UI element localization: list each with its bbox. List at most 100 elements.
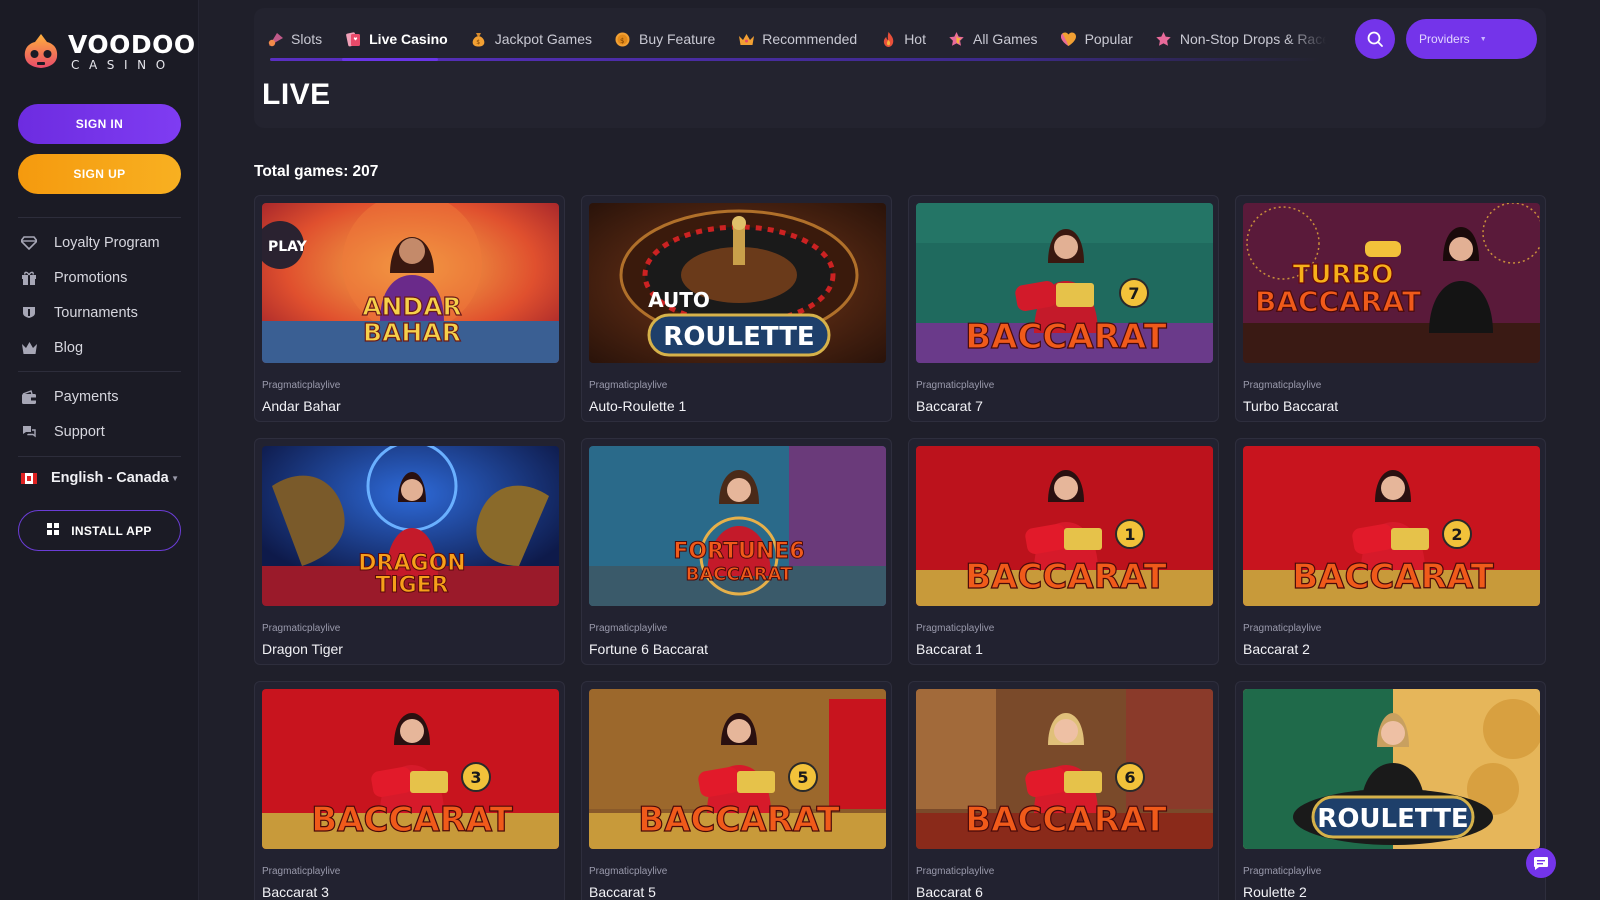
sidebar-item-tournaments[interactable]: Tournaments: [18, 298, 181, 328]
game-name: Fortune 6 Baccarat: [589, 641, 709, 657]
tab-label: Slots: [291, 31, 323, 47]
star-icon: [1155, 30, 1173, 48]
install-app-button[interactable]: INSTALL APP: [18, 510, 181, 551]
game-provider: Pragmaticplaylive: [916, 623, 995, 634]
crown-icon: [737, 30, 755, 48]
tab-label: Jackpot Games: [494, 31, 592, 47]
sidebar-item-payments[interactable]: Payments: [18, 382, 181, 412]
tab-jackpot-games[interactable]: $ Jackpot Games: [470, 30, 592, 48]
providers-label: Providers: [1419, 32, 1470, 46]
svg-text:BACCARAT: BACCARAT: [965, 800, 1167, 840]
game-card[interactable]: 5 BACCARAT Pragmaticplaylive Baccarat 5: [581, 681, 892, 900]
sign-up-button[interactable]: SIGN UP: [18, 154, 181, 194]
svg-text:TIGER: TIGER: [375, 573, 448, 598]
total-games-label: Total games:: [254, 163, 349, 180]
money-bag-icon: $: [470, 30, 488, 48]
game-provider: Pragmaticplaylive: [262, 380, 341, 391]
divider: [18, 456, 181, 457]
providers-dropdown[interactable]: Providers ▼: [1406, 19, 1537, 59]
category-tabs: Slots Live Casino $ Jackpot Games $ Buy …: [266, 24, 1326, 54]
tab-live-casino[interactable]: Live Casino: [344, 30, 448, 48]
game-name: Andar Bahar: [262, 398, 341, 414]
svg-text:7: 7: [1128, 284, 1139, 303]
game-thumbnail: ROULETTE AUTO: [589, 203, 886, 363]
active-tab-indicator: [342, 58, 438, 61]
game-card[interactable]: TURBO BACCARAT Pragmaticplaylive Turbo B…: [1235, 195, 1546, 422]
fire-icon: [879, 30, 897, 48]
diamond-icon: [20, 234, 38, 252]
tab-label: Hot: [904, 31, 926, 47]
search-button[interactable]: [1355, 19, 1395, 59]
game-name: Baccarat 7: [916, 398, 983, 414]
chevron-down-icon: ▼: [1479, 35, 1487, 43]
tab-all-games[interactable]: All Games: [948, 30, 1038, 48]
svg-text:6: 6: [1124, 768, 1135, 787]
game-provider: Pragmaticplaylive: [1243, 623, 1322, 634]
cherry-icon: [266, 30, 284, 48]
tab-non-stop-drops[interactable]: Non-Stop Drops & Races: [1155, 30, 1326, 48]
tab-recommended[interactable]: Recommended: [737, 30, 857, 48]
game-name: Baccarat 2: [1243, 641, 1310, 657]
svg-text:AUTO: AUTO: [648, 288, 710, 312]
game-card[interactable]: FORTUNE6 BACCARAT Pragmaticplaylive Fort…: [581, 438, 892, 665]
svg-text:BACCARAT: BACCARAT: [638, 800, 840, 840]
svg-text:ANDAR: ANDAR: [362, 292, 462, 321]
sidebar-item-support[interactable]: Support: [18, 417, 181, 447]
game-card[interactable]: 7 BACCARAT Pragmaticplaylive Baccarat 7: [908, 195, 1219, 422]
search-icon: [1367, 31, 1383, 47]
tab-slots[interactable]: Slots: [266, 30, 322, 48]
sidebar-item-label: Promotions: [54, 270, 128, 286]
game-card[interactable]: ROULETTE Pragmaticplaylive Roulette 2: [1235, 681, 1546, 900]
wallet-icon: [20, 388, 38, 406]
game-provider: Pragmaticplaylive: [1243, 866, 1322, 877]
game-card[interactable]: PLAY ANDAR BAHAR Pragmaticplaylive Andar…: [254, 195, 565, 422]
language-label: English - Canada: [51, 470, 169, 486]
game-card[interactable]: 6 BACCARAT Pragmaticplaylive Baccarat 6: [908, 681, 1219, 900]
game-name: Baccarat 6: [916, 884, 983, 900]
tab-label: Non-Stop Drops & Races: [1179, 31, 1326, 47]
game-card[interactable]: ROULETTE AUTO Pragmaticplaylive Auto-Rou…: [581, 195, 892, 422]
language-selector[interactable]: English - Canada ▼: [18, 466, 181, 490]
tab-buy-feature[interactable]: $ Buy Feature: [614, 30, 715, 48]
game-provider: Pragmaticplaylive: [589, 866, 668, 877]
game-card[interactable]: 1 BACCARAT Pragmaticplaylive Baccarat 1: [908, 438, 1219, 665]
svg-text:ROULETTE: ROULETTE: [1317, 804, 1468, 834]
sign-in-button[interactable]: SIGN IN: [18, 104, 181, 144]
install-app-label: INSTALL APP: [71, 523, 152, 538]
svg-text:BAHAR: BAHAR: [363, 318, 461, 347]
sidebar-item-loyalty[interactable]: Loyalty Program: [18, 228, 181, 258]
coin-icon: $: [614, 30, 632, 48]
sidebar-item-blog[interactable]: Blog: [18, 333, 181, 363]
game-provider: Pragmaticplaylive: [589, 380, 668, 391]
game-name: Dragon Tiger: [262, 641, 343, 657]
game-card[interactable]: 2 BACCARAT Pragmaticplaylive Baccarat 2: [1235, 438, 1546, 665]
tab-label: Popular: [1084, 31, 1133, 47]
category-header: Slots Live Casino $ Jackpot Games $ Buy …: [254, 8, 1546, 128]
game-thumbnail: 5 BACCARAT: [589, 689, 886, 849]
game-name: Auto-Roulette 1: [589, 398, 687, 414]
chevron-down-icon: ▼: [171, 473, 179, 483]
svg-text:BACCARAT: BACCARAT: [965, 317, 1167, 357]
svg-text:BACCARAT: BACCARAT: [1255, 285, 1421, 318]
svg-text:3: 3: [470, 768, 481, 787]
svg-text:ROULETTE: ROULETTE: [663, 322, 814, 352]
sidebar: VOODOO CASINO SIGN IN SIGN UP Loyalty Pr…: [0, 0, 199, 900]
game-thumbnail: 6 BACCARAT: [916, 689, 1213, 849]
trophy-icon: [20, 304, 38, 322]
canada-flag-icon: [21, 472, 37, 484]
logo[interactable]: VOODOO CASINO: [22, 28, 195, 74]
game-card[interactable]: 3 BACCARAT Pragmaticplaylive Baccarat 3: [254, 681, 565, 900]
brand-name: VOODOO: [68, 30, 196, 59]
game-card[interactable]: DRAGON TIGER Pragmaticplaylive Dragon Ti…: [254, 438, 565, 665]
tab-hot[interactable]: Hot: [879, 30, 926, 48]
app-grid-icon: [47, 523, 60, 538]
game-thumbnail: DRAGON TIGER: [262, 446, 559, 606]
divider: [18, 217, 181, 218]
game-provider: Pragmaticplaylive: [262, 623, 341, 634]
tab-popular[interactable]: Popular: [1060, 30, 1133, 48]
sidebar-item-promotions[interactable]: Promotions: [18, 263, 181, 293]
chat-icon: [1534, 856, 1548, 870]
game-name: Turbo Baccarat: [1243, 398, 1339, 414]
heart-icon: [1060, 30, 1078, 48]
chat-button[interactable]: [1526, 848, 1556, 878]
